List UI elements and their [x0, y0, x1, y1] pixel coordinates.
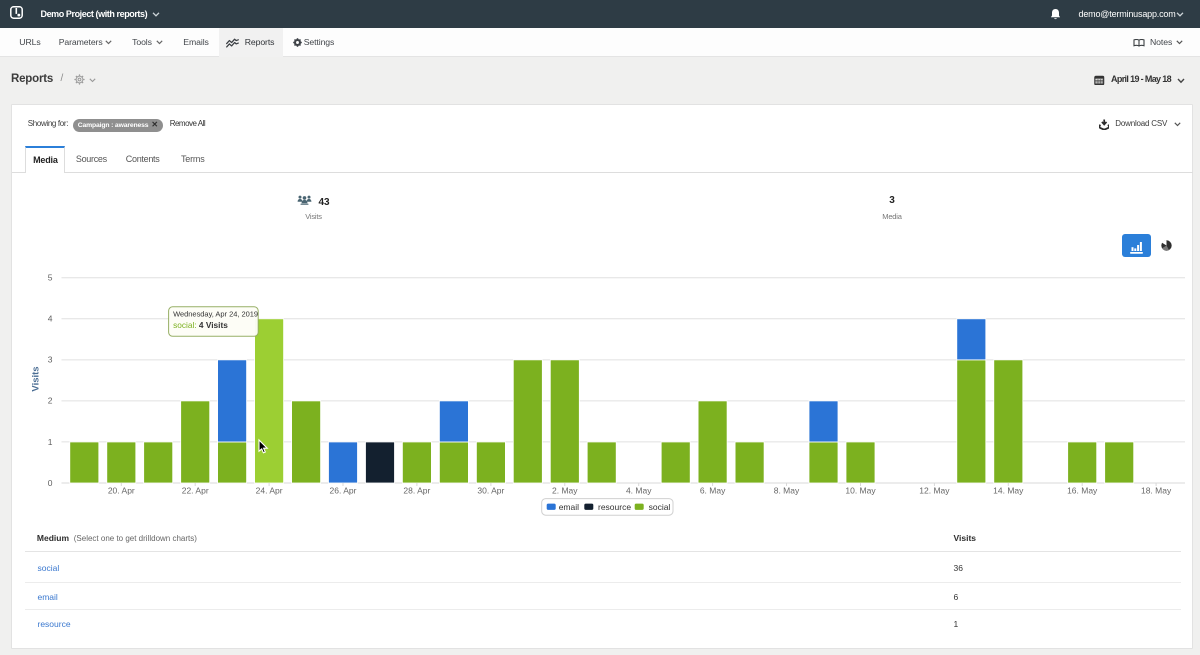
svg-text:18. May: 18. May: [1141, 486, 1172, 496]
svg-text:14. May: 14. May: [993, 486, 1024, 496]
svg-text:16. May: 16. May: [1067, 486, 1098, 496]
svg-text:resource: resource: [598, 502, 631, 512]
svg-text:26. Apr: 26. Apr: [330, 486, 357, 496]
svg-text:2: 2: [48, 396, 53, 406]
svg-text:30. Apr: 30. Apr: [477, 486, 504, 496]
svg-text:5: 5: [48, 273, 53, 283]
svg-text:10. May: 10. May: [845, 486, 876, 496]
svg-text:24. Apr: 24. Apr: [256, 486, 283, 496]
svg-text:6. May: 6. May: [700, 486, 726, 496]
svg-text:0: 0: [48, 478, 53, 488]
svg-text:4. May: 4. May: [626, 486, 652, 496]
svg-text:20. Apr: 20. Apr: [108, 486, 135, 496]
svg-text:Wednesday, Apr 24, 2019: Wednesday, Apr 24, 2019: [173, 310, 258, 319]
svg-text:email: email: [559, 502, 579, 512]
svg-text:4: 4: [48, 314, 53, 324]
svg-text:social: social: [649, 502, 671, 512]
svg-text:28. Apr: 28. Apr: [403, 486, 430, 496]
svg-text:12. May: 12. May: [919, 486, 950, 496]
svg-text:2. May: 2. May: [552, 486, 578, 496]
svg-text:social: 4 Visits: social: 4 Visits: [173, 320, 228, 330]
svg-text:1: 1: [48, 437, 53, 447]
svg-text:22. Apr: 22. Apr: [182, 486, 209, 496]
svg-text:8. May: 8. May: [774, 486, 800, 496]
svg-text:3: 3: [48, 355, 53, 365]
svg-text:Visits: Visits: [31, 366, 42, 391]
